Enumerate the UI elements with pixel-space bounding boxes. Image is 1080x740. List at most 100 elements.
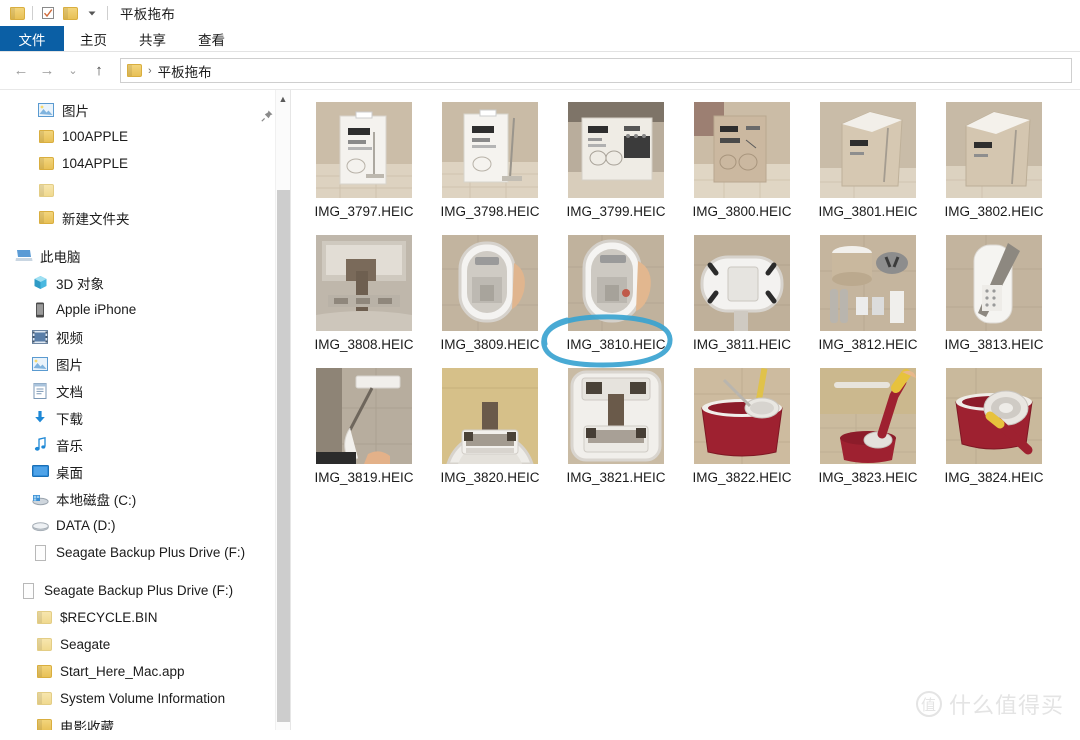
file-item[interactable]: IMG_3799.HEIC xyxy=(553,98,679,231)
file-item[interactable]: IMG_3810.HEIC xyxy=(553,231,679,364)
sidebar-item-3d-objects[interactable]: 3D 对象 xyxy=(0,269,290,296)
sidebar-item-pictures[interactable]: 图片 xyxy=(0,350,290,377)
sidebar-item-label: 100APPLE xyxy=(62,129,129,144)
thumbnail[interactable] xyxy=(820,102,916,198)
sidebar-item-data-d[interactable]: DATA (D:) xyxy=(0,512,290,539)
sidebar-item-system-volume-information[interactable]: System Volume Information xyxy=(0,685,290,712)
folder-icon xyxy=(34,608,54,628)
file-item[interactable]: IMG_3801.HEIC xyxy=(805,98,931,231)
folder-glyph xyxy=(9,6,25,20)
forward-button[interactable]: → xyxy=(34,58,60,84)
tab-file[interactable]: 文件 xyxy=(0,26,64,51)
thumbnail[interactable] xyxy=(316,102,412,198)
thumbnail[interactable] xyxy=(442,102,538,198)
file-item[interactable]: IMG_3809.HEIC xyxy=(427,231,553,364)
up-button[interactable]: ↑ xyxy=(86,58,112,84)
downloads-icon xyxy=(30,408,50,428)
sidebar-item-pictures-quickaccess[interactable]: 图片 xyxy=(0,96,290,123)
address-bar: ← → ⌄ ↑ › 平板拖布 xyxy=(0,52,1080,90)
sidebar-item-desktop[interactable]: 桌面 xyxy=(0,458,290,485)
file-name: IMG_3800.HEIC xyxy=(692,204,792,219)
sidebar-item-downloads[interactable]: 下载 xyxy=(0,404,290,431)
thumbnail[interactable] xyxy=(946,368,1042,464)
file-name: IMG_3812.HEIC xyxy=(818,337,918,352)
back-button[interactable]: ← xyxy=(8,58,34,84)
tab-home[interactable]: 主页 xyxy=(64,26,123,51)
folder-icon[interactable] xyxy=(6,2,28,24)
file-item[interactable]: IMG_3802.HEIC xyxy=(931,98,1057,231)
sidebar-item-100apple[interactable]: 100APPLE xyxy=(0,123,290,150)
file-name: IMG_3810.HEIC xyxy=(566,337,666,352)
sidebar-item-start-here-mac[interactable]: Start_Here_Mac.app xyxy=(0,658,290,685)
folder-icon xyxy=(34,689,54,709)
folder-icon xyxy=(34,662,54,682)
file-item[interactable]: IMG_3813.HEIC xyxy=(931,231,1057,364)
thumbnail[interactable] xyxy=(694,102,790,198)
sidebar-item-apple-iphone[interactable]: Apple iPhone xyxy=(0,296,290,323)
thumbnail[interactable] xyxy=(568,102,664,198)
thumbnail[interactable] xyxy=(316,235,412,331)
file-item[interactable]: IMG_3812.HEIC xyxy=(805,231,931,364)
sidebar-item-unnamed-folder[interactable] xyxy=(0,177,290,204)
thumbnail[interactable] xyxy=(694,368,790,464)
sidebar-item-seagate-root[interactable]: Seagate Backup Plus Drive (F:) xyxy=(0,577,290,604)
file-item[interactable]: IMG_3808.HEIC xyxy=(301,231,427,364)
breadcrumb[interactable]: › 平板拖布 xyxy=(120,58,1072,83)
tab-view[interactable]: 查看 xyxy=(182,26,241,51)
properties-icon[interactable] xyxy=(37,2,59,24)
thumbnail[interactable] xyxy=(820,235,916,331)
external-drive-icon xyxy=(30,543,50,563)
sidebar-item-seagate-folder[interactable]: Seagate xyxy=(0,631,290,658)
file-item[interactable]: IMG_3811.HEIC xyxy=(679,231,805,364)
sidebar-item-label: 音乐 xyxy=(56,438,83,454)
thumbnail[interactable] xyxy=(568,235,664,331)
file-item[interactable]: IMG_3800.HEIC xyxy=(679,98,805,231)
customize-dropdown-icon[interactable] xyxy=(81,2,103,24)
sidebar-item-label: 视频 xyxy=(56,330,83,346)
breadcrumb-current-path[interactable]: 平板拖布 xyxy=(158,61,212,81)
file-item[interactable]: IMG_3824.HEIC xyxy=(931,364,1057,497)
thumbnail[interactable] xyxy=(442,235,538,331)
thumbnail[interactable] xyxy=(946,102,1042,198)
sidebar-item-documents[interactable]: 文档 xyxy=(0,377,290,404)
sidebar-item-label: 104APPLE xyxy=(62,156,129,171)
sidebar-item-seagate-drive-f[interactable]: Seagate Backup Plus Drive (F:) xyxy=(0,539,290,566)
sidebar-item-label: $RECYCLE.BIN xyxy=(60,610,158,625)
scrollbar-thumb[interactable] xyxy=(277,190,290,722)
this-pc-icon xyxy=(14,246,34,266)
file-item[interactable]: IMG_3820.HEIC xyxy=(427,364,553,497)
file-item[interactable]: IMG_3798.HEIC xyxy=(427,98,553,231)
scroll-up-arrow-icon[interactable]: ▲ xyxy=(276,90,290,107)
thumbnail[interactable] xyxy=(946,235,1042,331)
tab-share[interactable]: 共享 xyxy=(123,26,182,51)
file-item[interactable]: IMG_3823.HEIC xyxy=(805,364,931,497)
sidebar-item-label: 本地磁盘 (C:) xyxy=(56,492,137,508)
thumbnail[interactable] xyxy=(442,368,538,464)
sidebar-item-this-pc[interactable]: 此电脑 xyxy=(0,242,290,269)
sidebar-item-local-disk-c[interactable]: 本地磁盘 (C:) xyxy=(0,485,290,512)
new-folder-icon[interactable] xyxy=(59,2,81,24)
file-item[interactable]: IMG_3821.HEIC xyxy=(553,364,679,497)
file-item[interactable]: IMG_3822.HEIC xyxy=(679,364,805,497)
sidebar-item-movie-collection[interactable]: 电影收藏 xyxy=(0,712,290,730)
file-item[interactable]: IMG_3797.HEIC xyxy=(301,98,427,231)
thumbnail[interactable] xyxy=(820,368,916,464)
pin-icon[interactable] xyxy=(260,109,274,123)
file-name: IMG_3822.HEIC xyxy=(692,470,792,485)
file-list-pane[interactable]: IMG_3797.HEIC IMG_3798.HEIC IMG_3799.HEI… xyxy=(291,90,1080,730)
file-name: IMG_3797.HEIC xyxy=(314,204,414,219)
recent-locations-button[interactable]: ⌄ xyxy=(60,58,86,84)
sidebar-item-new-folder[interactable]: 新建文件夹 xyxy=(0,204,290,231)
sidebar-item-label: 桌面 xyxy=(56,465,83,481)
sidebar-item-label: 图片 xyxy=(62,103,89,119)
chevron-down-glyph xyxy=(88,11,96,16)
sidebar-item-videos[interactable]: 视频 xyxy=(0,323,290,350)
sidebar-item-recycle-bin[interactable]: $RECYCLE.BIN xyxy=(0,604,290,631)
sidebar-scrollbar[interactable]: ▲ xyxy=(275,90,290,730)
thumbnail[interactable] xyxy=(568,368,664,464)
sidebar-item-104apple[interactable]: 104APPLE xyxy=(0,150,290,177)
thumbnail[interactable] xyxy=(694,235,790,331)
thumbnail[interactable] xyxy=(316,368,412,464)
sidebar-item-music[interactable]: 音乐 xyxy=(0,431,290,458)
file-item[interactable]: IMG_3819.HEIC xyxy=(301,364,427,497)
